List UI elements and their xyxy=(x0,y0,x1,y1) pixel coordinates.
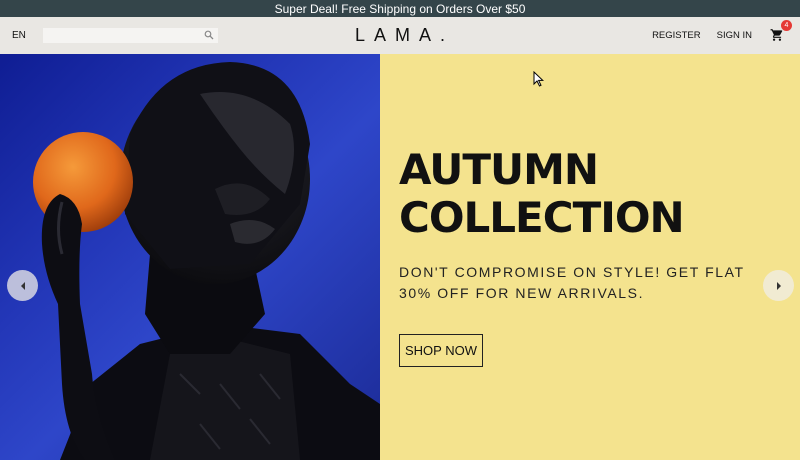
slider-prev-button[interactable] xyxy=(7,270,38,301)
chevron-left-icon xyxy=(20,281,25,290)
slide-image xyxy=(0,54,380,460)
navbar: EN LAMA. REGISTER SIGN IN 4 xyxy=(0,17,800,54)
search-icon[interactable] xyxy=(204,30,214,40)
hero-slider: AUTUMN COLLECTION DON'T COMPROMISE ON ST… xyxy=(0,54,800,460)
nav-right: REGISTER SIGN IN 4 xyxy=(636,17,792,54)
cart-badge: 4 xyxy=(781,19,792,31)
register-link[interactable]: REGISTER xyxy=(652,30,701,41)
chevron-right-icon xyxy=(776,281,781,290)
announcement-bar: Super Deal! Free Shipping on Orders Over… xyxy=(0,0,800,17)
search-input[interactable] xyxy=(43,29,198,42)
logo[interactable]: LAMA. xyxy=(346,25,454,46)
sign-in-link[interactable]: SIGN IN xyxy=(717,30,752,41)
search-container[interactable] xyxy=(43,28,218,43)
slide-info: AUTUMN COLLECTION DON'T COMPROMISE ON ST… xyxy=(380,54,800,460)
slide-title-line-1: AUTUMN xyxy=(399,145,599,194)
slide-description: DON'T COMPROMISE ON STYLE! GET FLAT 30% … xyxy=(399,264,745,301)
shop-now-button[interactable]: SHOP NOW xyxy=(399,334,483,367)
announcement-text: Super Deal! Free Shipping on Orders Over… xyxy=(274,1,526,16)
nav-left: EN xyxy=(12,17,26,54)
mouse-cursor-icon xyxy=(533,71,544,87)
model-photo xyxy=(33,62,380,460)
cart-button[interactable]: 4 xyxy=(770,19,792,44)
language-selector[interactable]: EN xyxy=(12,30,26,41)
slide-title-line-2: COLLECTION xyxy=(399,193,685,242)
slider-next-button[interactable] xyxy=(763,270,794,301)
slide-title: AUTUMN COLLECTION xyxy=(399,146,779,242)
